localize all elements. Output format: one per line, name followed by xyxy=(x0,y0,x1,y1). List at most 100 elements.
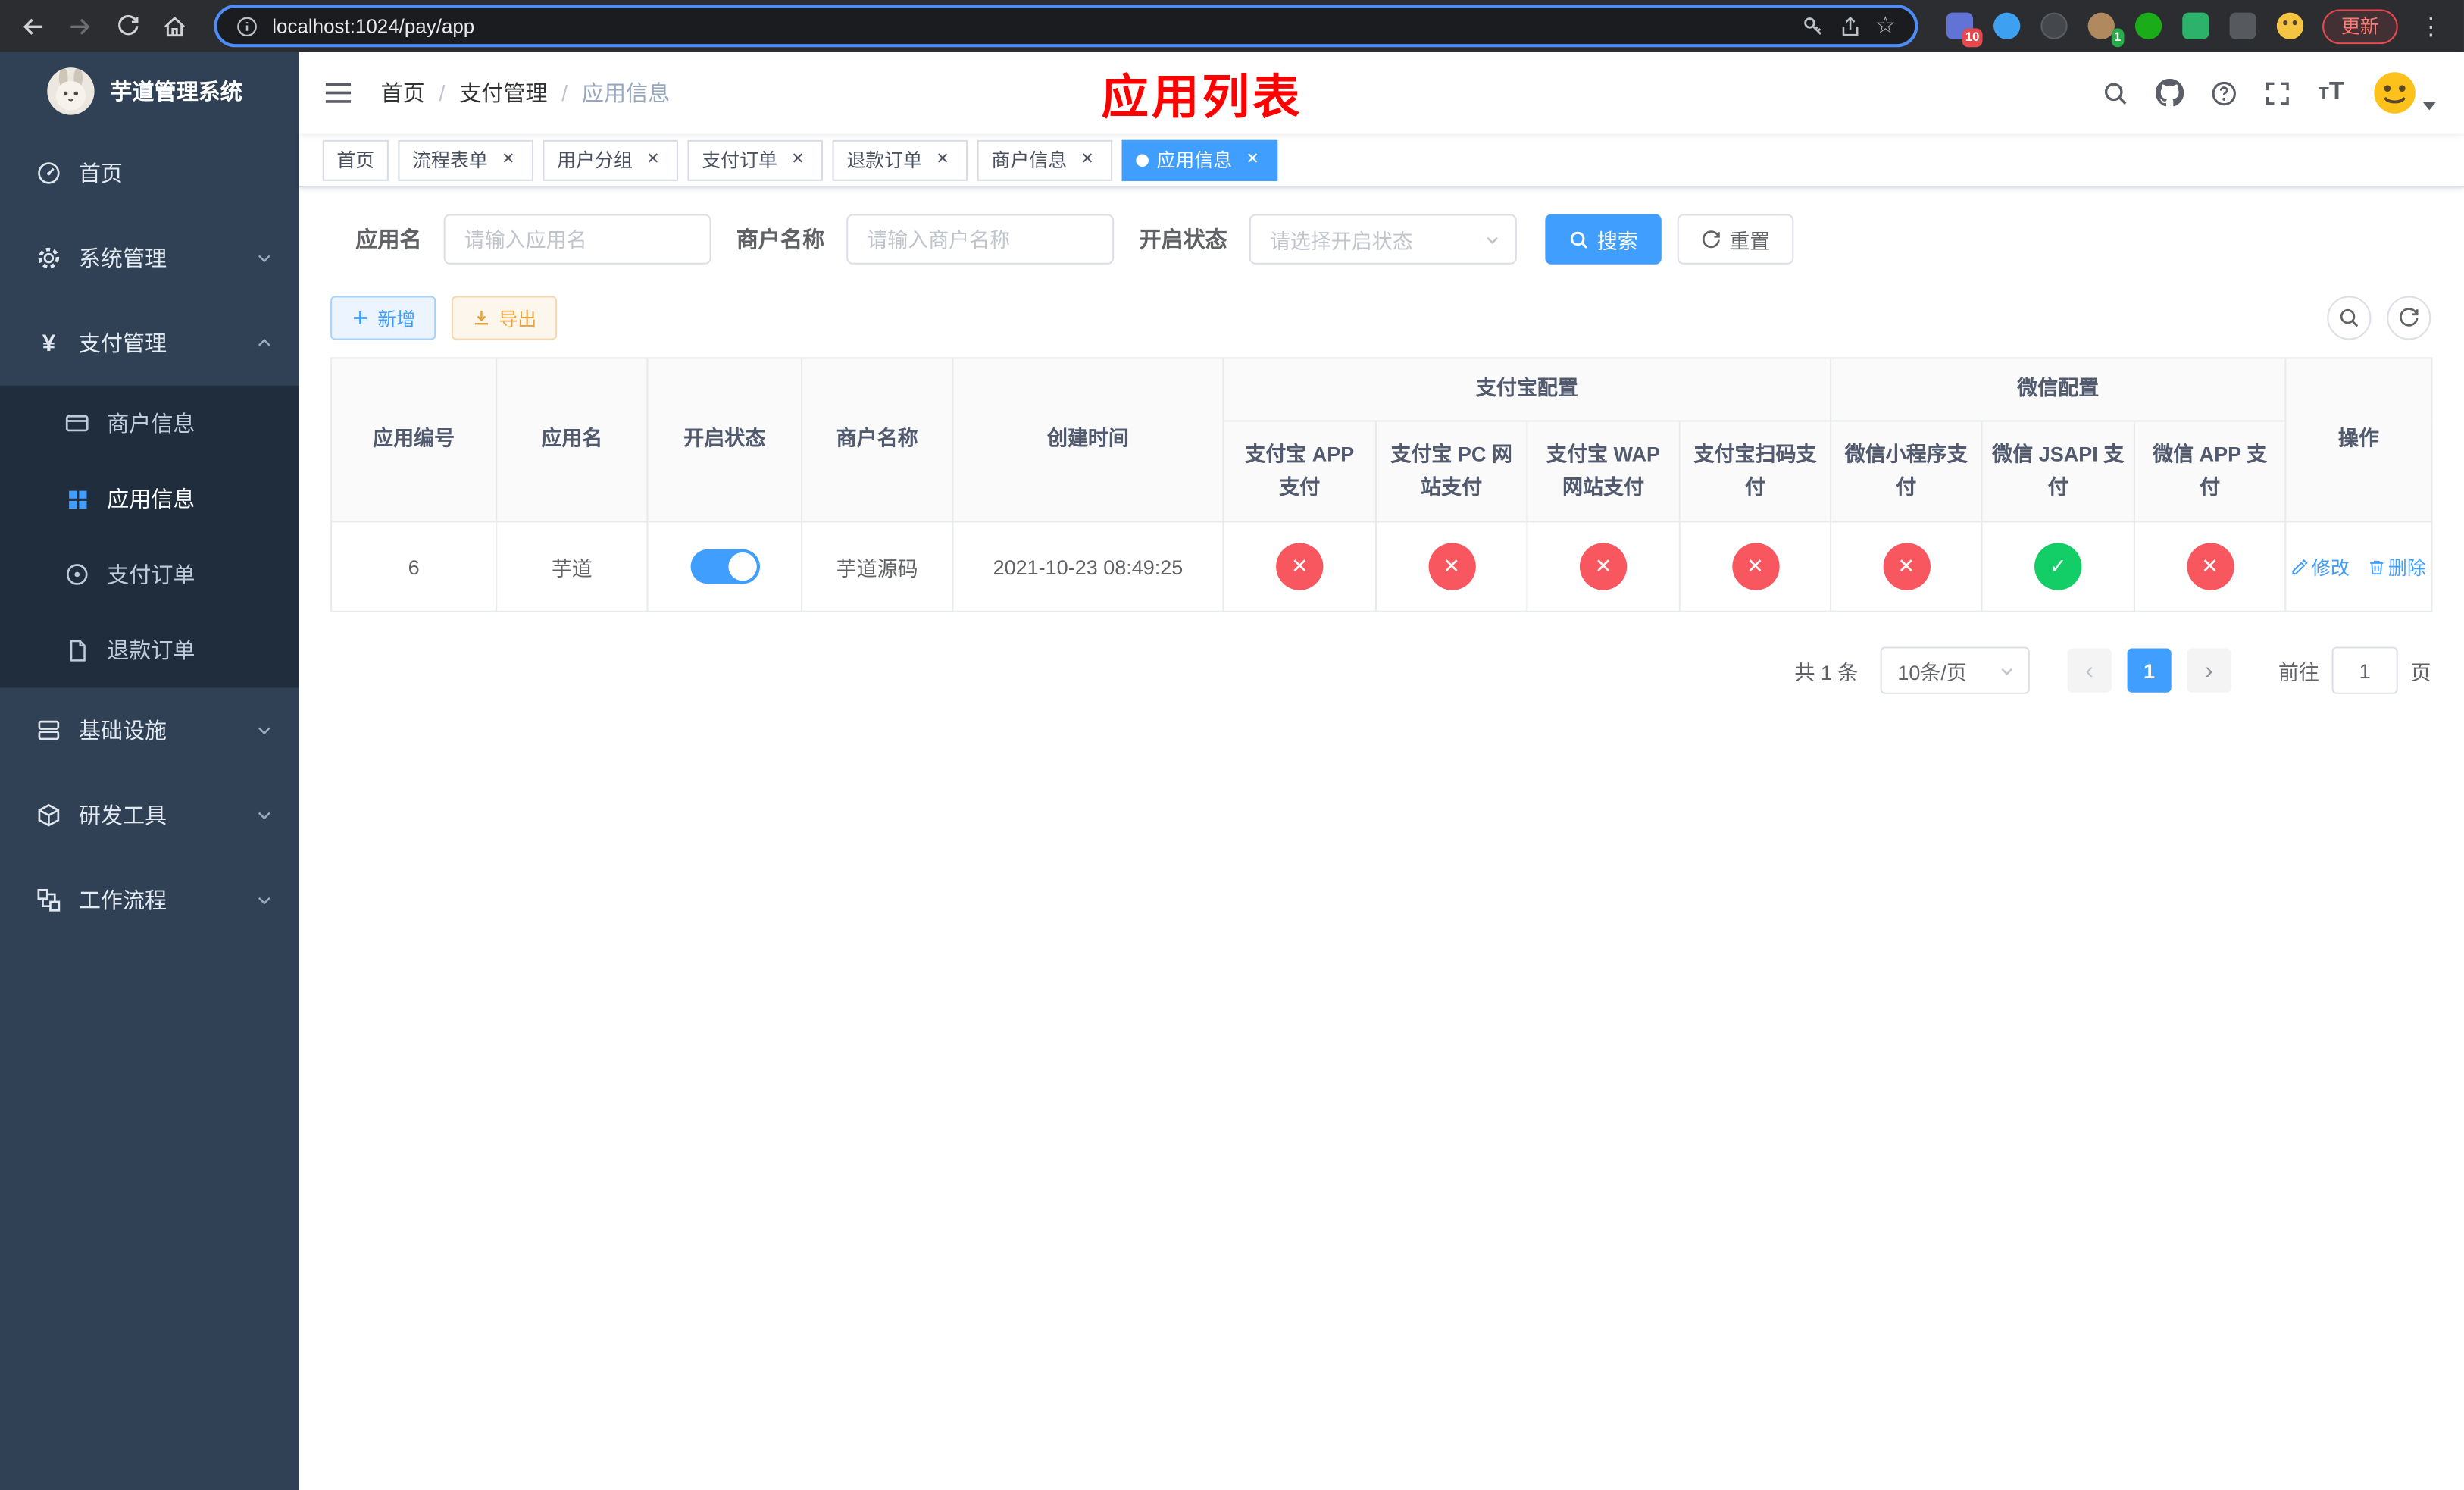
sidebar-item-merchant-info[interactable]: 商户信息 xyxy=(0,386,299,462)
bookmark-star-icon[interactable]: ☆ xyxy=(1875,14,1896,38)
search-icon[interactable] xyxy=(2103,80,2129,106)
sidebar-item-label: 应用信息 xyxy=(107,486,195,512)
status-select[interactable]: 请选择开启状态 xyxy=(1249,214,1517,265)
page-content: 应用名 商户名称 开启状态 请选择开启状态 搜索 xyxy=(299,187,2464,1490)
chevron-down-icon xyxy=(255,721,274,740)
cube-icon xyxy=(35,803,63,828)
tag-refund-orders[interactable]: 退款订单 xyxy=(832,139,968,180)
total-count: 共 1 条 xyxy=(1794,660,1859,684)
close-icon[interactable] xyxy=(642,149,664,171)
active-dot xyxy=(1136,153,1149,167)
share-icon[interactable] xyxy=(1839,15,1861,37)
extension-smiley[interactable] xyxy=(2274,9,2307,42)
breadcrumb-separator: / xyxy=(439,80,446,106)
merchant-name-input[interactable] xyxy=(846,214,1115,265)
home-button[interactable] xyxy=(155,5,195,46)
status-dot-alipay-app xyxy=(1276,543,1324,590)
search-button[interactable]: 搜索 xyxy=(1545,214,1662,265)
status-label: 开启状态 xyxy=(1139,227,1227,252)
close-icon[interactable] xyxy=(932,149,954,171)
reset-button[interactable]: 重置 xyxy=(1677,214,1794,265)
col-header-alipay-app: 支付宝 APP 支付 xyxy=(1222,420,1377,523)
close-icon[interactable] xyxy=(1077,149,1099,171)
breadcrumb-payment[interactable]: 支付管理 xyxy=(459,77,547,109)
extension-blue-square[interactable]: 10 xyxy=(1943,9,1983,48)
next-page-button[interactable]: › xyxy=(2187,648,2231,693)
extension-green-circle[interactable] xyxy=(2132,9,2165,42)
refresh-table-button[interactable] xyxy=(2387,296,2431,340)
forward-button[interactable] xyxy=(60,5,101,46)
password-key-icon[interactable] xyxy=(1801,14,1825,38)
font-size-icon[interactable]: TT xyxy=(2319,80,2344,105)
cell-app-id: 6 xyxy=(330,521,498,612)
sidebar-toggle[interactable] xyxy=(299,52,378,134)
edit-link[interactable]: 修改 xyxy=(2291,553,2350,580)
sidebar-item-payment[interactable]: ¥ 支付管理 xyxy=(0,301,299,386)
reload-button[interactable] xyxy=(107,5,148,46)
goto-page-input[interactable] xyxy=(2331,646,2398,694)
page-size-select[interactable]: 10条/页 xyxy=(1880,646,2030,694)
browser-update-button[interactable]: 更新 xyxy=(2322,8,2398,44)
show-search-button[interactable] xyxy=(2327,296,2372,340)
sidebar-logo[interactable]: 芋道管理系统 xyxy=(0,52,299,131)
browser-window: localhost:1024/pay/app ☆ 10 1 更新 ⋮ 芋道管理系… xyxy=(0,0,2464,1490)
site-info-icon[interactable] xyxy=(236,15,258,37)
sidebar-item-app-info[interactable]: 应用信息 xyxy=(0,461,299,537)
sidebar-item-payment-orders[interactable]: 支付订单 xyxy=(0,537,299,612)
tag-merchant-info[interactable]: 商户信息 xyxy=(977,139,1113,180)
sidebar-item-label: 支付管理 xyxy=(78,330,167,356)
extension-dark-circle[interactable] xyxy=(2037,9,2071,42)
close-icon[interactable] xyxy=(786,149,808,171)
tag-payment-orders[interactable]: 支付订单 xyxy=(687,139,824,180)
sidebar-item-refund-orders[interactable]: 退款订单 xyxy=(0,612,299,688)
address-bar[interactable]: localhost:1024/pay/app ☆ xyxy=(214,5,1918,48)
chevron-down-icon xyxy=(255,891,274,909)
tags-bar: 首页 流程表单 用户分组 支付订单 退款订单 商户信息 应用信息 xyxy=(299,133,2464,188)
help-icon[interactable] xyxy=(2212,80,2238,106)
app-name-label: 应用名 xyxy=(355,227,422,252)
breadcrumb-home[interactable]: 首页 xyxy=(381,77,425,109)
back-button[interactable] xyxy=(13,5,54,46)
export-button[interactable]: 导出 xyxy=(452,296,558,340)
sidebar-item-system[interactable]: 系统管理 xyxy=(0,215,299,300)
fullscreen-icon[interactable] xyxy=(2265,80,2291,106)
tag-home[interactable]: 首页 xyxy=(322,139,389,180)
page-title: 应用列表 xyxy=(1101,72,1303,125)
github-icon[interactable] xyxy=(2156,78,2185,107)
browser-menu-button[interactable]: ⋮ xyxy=(2414,8,2449,43)
breadcrumb: 首页 / 支付管理 / 应用信息 xyxy=(381,77,671,109)
user-menu[interactable] xyxy=(2371,69,2436,117)
sidebar-item-home[interactable]: 首页 xyxy=(0,130,299,215)
prev-page-button[interactable]: ‹ xyxy=(2067,648,2112,693)
add-button[interactable]: 新增 xyxy=(330,296,436,340)
delete-link[interactable]: 删除 xyxy=(2368,553,2426,580)
app-name-input[interactable] xyxy=(443,214,711,265)
caret-down-icon xyxy=(2422,102,2436,111)
sidebar-item-workflow[interactable]: 工作流程 xyxy=(0,858,299,943)
sidebar-item-label: 系统管理 xyxy=(78,245,167,271)
status-toggle[interactable] xyxy=(689,549,759,584)
sidebar: 芋道管理系统 首页 系统管理 ¥ 支付管理 商户信息 应用信息 支付订单 退款订… xyxy=(0,52,299,1490)
extension-avatar-circle[interactable]: 1 xyxy=(2084,9,2125,48)
cell-app-name: 芋道 xyxy=(496,521,649,612)
gear-icon xyxy=(35,246,63,271)
goto-label: 前往 xyxy=(2278,660,2319,684)
col-header-status: 开启状态 xyxy=(646,357,803,523)
order-circle-icon xyxy=(63,562,91,587)
col-header-app-name: 应用名 xyxy=(496,357,649,523)
close-icon[interactable] xyxy=(497,149,519,171)
sidebar-item-infrastructure[interactable]: 基础设施 xyxy=(0,687,299,772)
close-icon[interactable] xyxy=(1242,149,1264,171)
extension-green-square[interactable] xyxy=(2179,9,2212,42)
extension-gray-pin[interactable] xyxy=(2226,9,2259,42)
page-number-button[interactable]: 1 xyxy=(2127,648,2172,693)
status-dot-alipay-pc xyxy=(1427,543,1475,590)
extension-blue-drop[interactable] xyxy=(1990,9,2024,42)
tag-app-info[interactable]: 应用信息 xyxy=(1121,139,1278,180)
group-header-alipay: 支付宝配置 xyxy=(1222,357,1832,422)
tag-process-form[interactable]: 流程表单 xyxy=(398,139,534,180)
sidebar-item-dev-tools[interactable]: 研发工具 xyxy=(0,773,299,858)
tag-user-group[interactable]: 用户分组 xyxy=(543,139,679,180)
payment-submenu: 商户信息 应用信息 支付订单 退款订单 xyxy=(0,385,299,688)
chevron-down-icon xyxy=(255,249,274,268)
